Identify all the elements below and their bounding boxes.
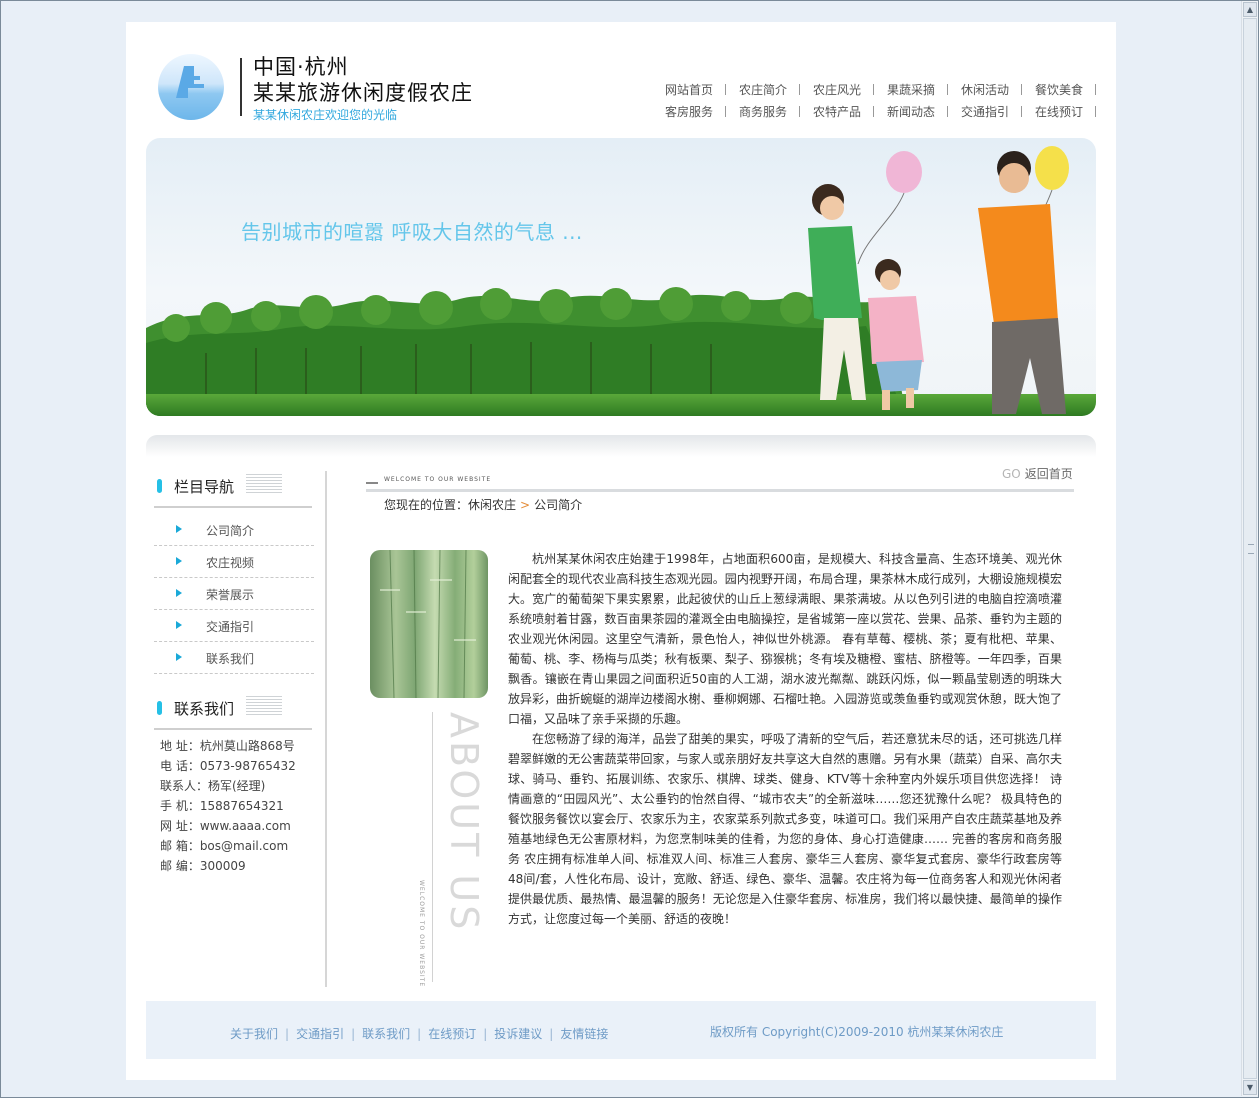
breadcrumb-arrow-icon: > xyxy=(520,498,531,512)
breadcrumb: 您现在的位置：休闲农庄 > 公司简介 xyxy=(384,496,582,513)
nav-item-dining[interactable]: 餐饮美食 xyxy=(1022,81,1096,98)
logo-icon[interactable] xyxy=(158,54,224,120)
sidebar-item-label: 联系我们 xyxy=(206,652,255,666)
arrow-right-icon xyxy=(176,621,182,629)
nav-item-fruit-picking[interactable]: 果蔬采摘 xyxy=(874,81,948,98)
nav-item-news[interactable]: 新闻动态 xyxy=(874,103,948,120)
site-title-line2: 某某旅游休闲度假农庄 xyxy=(253,81,473,105)
nav-item-products[interactable]: 农特产品 xyxy=(800,103,874,120)
go-label: GO xyxy=(1002,467,1021,481)
arrow-right-icon xyxy=(176,589,182,597)
sidebar-nav-header: 栏目导航 xyxy=(154,470,314,508)
breadcrumb-parent-link[interactable]: 休闲农庄 xyxy=(468,498,516,512)
arrow-right-icon xyxy=(176,653,182,661)
sidebar-nav-title: 栏目导航 xyxy=(174,478,235,496)
nav-item-farm-intro[interactable]: 农庄简介 xyxy=(726,81,800,98)
section-marker-icon xyxy=(157,701,162,715)
footer-separator: | xyxy=(351,1027,356,1041)
contact-zip: 邮 编：300009 xyxy=(160,859,246,873)
contact-email: 邮 箱：bos@mail.com xyxy=(160,839,289,853)
sidebar-item-contact[interactable]: 联系我们 xyxy=(154,642,314,674)
decorative-vertical-line xyxy=(432,712,433,982)
page-container: 中国·杭州 某某旅游休闲度假农庄 某某休闲农庄欢迎您的光临 网站首页 农庄简介 … xyxy=(126,22,1116,1080)
breadcrumb-prefix: 您现在的位置： xyxy=(384,498,469,512)
footer-separator: | xyxy=(417,1027,422,1041)
contact-mobile: 手 机：15887654321 xyxy=(160,799,284,813)
contact-header: 联系我们 xyxy=(154,692,314,730)
footer-link-traffic[interactable]: 交通指引 xyxy=(296,1027,344,1041)
copyright: 版权所有 Copyright(C)2009-2010 杭州某某休闲农庄 xyxy=(710,1025,1004,1039)
sidebar-item-label: 农庄视频 xyxy=(206,556,255,570)
sidebar-item-label: 荣誉展示 xyxy=(206,588,255,602)
footer-link-feedback[interactable]: 投诉建议 xyxy=(494,1027,542,1041)
footer-link-about[interactable]: 关于我们 xyxy=(230,1027,278,1041)
arrow-right-icon xyxy=(176,525,182,533)
divider xyxy=(154,506,312,508)
footer-separator: | xyxy=(285,1027,290,1041)
sidebar-item-farm-video[interactable]: 农庄视频 xyxy=(154,546,314,578)
nav-item-farm-scenery[interactable]: 农庄风光 xyxy=(800,81,874,98)
scrollbar-grip-icon xyxy=(1248,544,1254,554)
footer-link-friends[interactable]: 友情链接 xyxy=(560,1027,608,1041)
contact-website: 网 址：www.aaaa.com xyxy=(160,819,291,833)
contact-address: 地 址：杭州莫山路868号 xyxy=(160,739,295,753)
section-divider xyxy=(146,435,1096,457)
column-divider xyxy=(325,471,327,987)
contact-phone: 电 话：0573-98765432 xyxy=(160,759,296,773)
arrow-right-icon xyxy=(176,557,182,565)
sidebar-item-company-intro[interactable]: 公司简介 xyxy=(154,514,314,546)
back-home-link[interactable]: GO 返回首页 xyxy=(1002,465,1073,482)
footer-link-booking[interactable]: 在线预订 xyxy=(428,1027,476,1041)
welcome-strip: WELCOME TO OUR WEBSITE xyxy=(366,476,1074,492)
about-us-watermark: ABOUT US xyxy=(442,712,486,933)
nav-item-booking[interactable]: 在线预订 xyxy=(1022,103,1096,120)
back-home-label: 返回首页 xyxy=(1024,467,1073,481)
nav-item-leisure[interactable]: 休闲活动 xyxy=(948,81,1022,98)
sidebar-item-label: 交通指引 xyxy=(206,620,255,634)
section-marker-icon xyxy=(157,479,162,493)
banner-slogan: 告别城市的喧嚣 呼吸大自然的气息 ... xyxy=(241,220,583,244)
sidebar-item-traffic[interactable]: 交通指引 xyxy=(154,610,314,642)
nav-item-rooms[interactable]: 客房服务 xyxy=(652,103,726,120)
sidebar-item-honors[interactable]: 荣誉展示 xyxy=(154,578,314,610)
decorative-lines-icon xyxy=(246,696,282,716)
scroll-down-arrow-icon[interactable]: ▼ xyxy=(1243,1080,1257,1095)
top-navigation: 网站首页 农庄简介 农庄风光 果蔬采摘 休闲活动 餐饮美食 客房服务 商务服务 … xyxy=(652,78,1100,122)
nav-item-business[interactable]: 商务服务 xyxy=(726,103,800,120)
scrollbar-thumb[interactable] xyxy=(1243,18,1257,1079)
breadcrumb-current: 公司简介 xyxy=(534,498,583,512)
logo-divider xyxy=(240,58,242,116)
footer-link-contact[interactable]: 联系我们 xyxy=(362,1027,410,1041)
banner-scenery-image xyxy=(146,146,1096,416)
nav-item-traffic[interactable]: 交通指引 xyxy=(948,103,1022,120)
strip-marker xyxy=(366,482,378,484)
article-paragraph: 杭州某某休闲农庄始建于1998年，占地面积600亩，是规模大、科技含量高、生态环… xyxy=(508,552,1062,726)
footer-separator: | xyxy=(483,1027,488,1041)
decorative-lines-icon xyxy=(246,474,282,494)
article-paragraph: 在您畅游了绿的海洋，品尝了甜美的果实，呼吸了清新的空气后，若还意犹未尽的话，还可… xyxy=(508,732,1062,926)
site-slogan: 某某休闲农庄欢迎您的光临 xyxy=(253,108,398,122)
vertical-scrollbar[interactable]: ▲ ▼ xyxy=(1241,1,1258,1096)
footer-separator: | xyxy=(549,1027,554,1041)
divider xyxy=(154,728,312,730)
sidebar: 栏目导航 公司简介 农庄视频 荣誉展示 交通指引 联系我们 联系我们 地 址：杭… xyxy=(154,470,314,876)
welcome-vertical-text: WELCOME TO OUR WEBSITE xyxy=(418,880,425,988)
contact-info: 地 址：杭州莫山路868号 电 话：0573-98765432 联系人：杨军(经… xyxy=(154,736,314,876)
bamboo-photo xyxy=(370,550,488,698)
sidebar-item-label: 公司简介 xyxy=(206,524,255,538)
welcome-tag: WELCOME TO OUR WEBSITE xyxy=(384,476,492,483)
company-intro-article: 杭州某某休闲农庄始建于1998年，占地面积600亩，是规模大、科技含量高、生态环… xyxy=(508,549,1062,929)
nav-item-home[interactable]: 网站首页 xyxy=(652,81,726,98)
footer: 关于我们 | 交通指引 | 联系我们 | 在线预订 | 投诉建议 | 友情链接 版权所有 Copyr… xyxy=(146,1001,1096,1059)
contact-person: 联系人：杨军(经理) xyxy=(160,779,266,793)
sidebar-nav-list: 公司简介 农庄视频 荣誉展示 交通指引 联系我们 xyxy=(154,514,314,674)
contact-title: 联系我们 xyxy=(174,700,235,718)
footer-links: 关于我们 | 交通指引 | 联系我们 | 在线预订 | 投诉建议 | 友情链接 xyxy=(230,1025,608,1042)
scroll-up-arrow-icon[interactable]: ▲ xyxy=(1243,2,1257,17)
hero-banner: 告别城市的喧嚣 呼吸大自然的气息 ... xyxy=(146,138,1096,416)
